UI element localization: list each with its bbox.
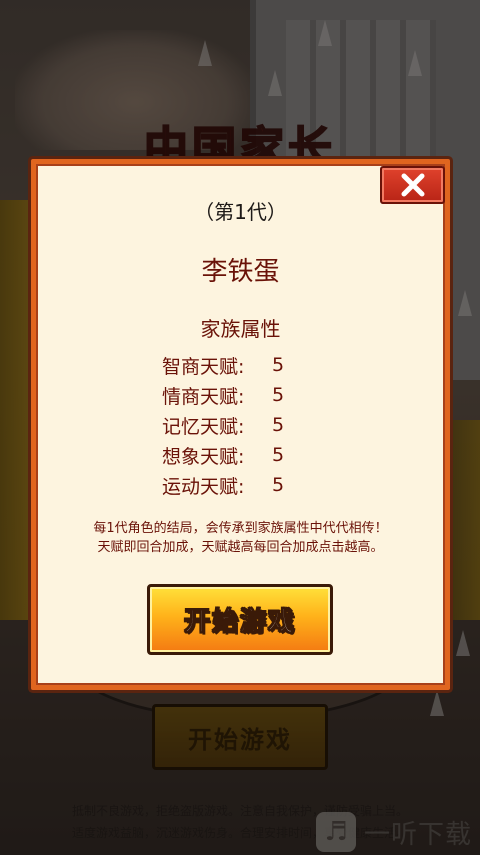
attributes-title: 家族属性	[200, 317, 281, 341]
attribute-row-imagination: 想象天赋: 5	[162, 440, 302, 470]
attribute-value: 5	[272, 444, 285, 466]
attribute-value: 5	[272, 474, 285, 496]
start-game-button[interactable]: 开始游戏	[147, 584, 333, 655]
description-line: 每1代角色的结局，会传承到家族属性中代代相传！	[93, 521, 388, 536]
attribute-label: 想象天赋:	[162, 445, 245, 468]
attribute-label: 智商天赋:	[162, 355, 245, 378]
attribute-label: 记忆天赋:	[162, 415, 245, 438]
attribute-label: 情商天赋:	[162, 385, 245, 408]
inheritance-description: 每1代角色的结局，会传承到家族属性中代代相传！ 天赋即回合加成，天赋越高每回合加…	[31, 519, 450, 557]
attribute-row-memory: 记忆天赋: 5	[162, 410, 302, 440]
attribute-row-iq: 智商天赋: 5	[162, 350, 302, 380]
attribute-value: 5	[272, 414, 285, 436]
attribute-label: 运动天赋:	[162, 475, 245, 498]
generation-label: （第1代）	[194, 200, 287, 224]
description-line: 天赋即回合加成，天赋越高每回合加成点击越高。	[97, 540, 384, 555]
attribute-row-eq: 情商天赋: 5	[162, 380, 302, 410]
attribute-value: 5	[272, 354, 285, 376]
close-icon	[401, 173, 424, 197]
attribute-value: 5	[272, 384, 285, 406]
character-name: 李铁蛋	[201, 257, 280, 287]
attributes-list: 智商天赋: 5 情商天赋: 5 记忆天赋: 5 想象天赋: 5 运动天赋: 5	[162, 350, 302, 500]
attribute-row-sports: 运动天赋: 5	[162, 470, 302, 500]
